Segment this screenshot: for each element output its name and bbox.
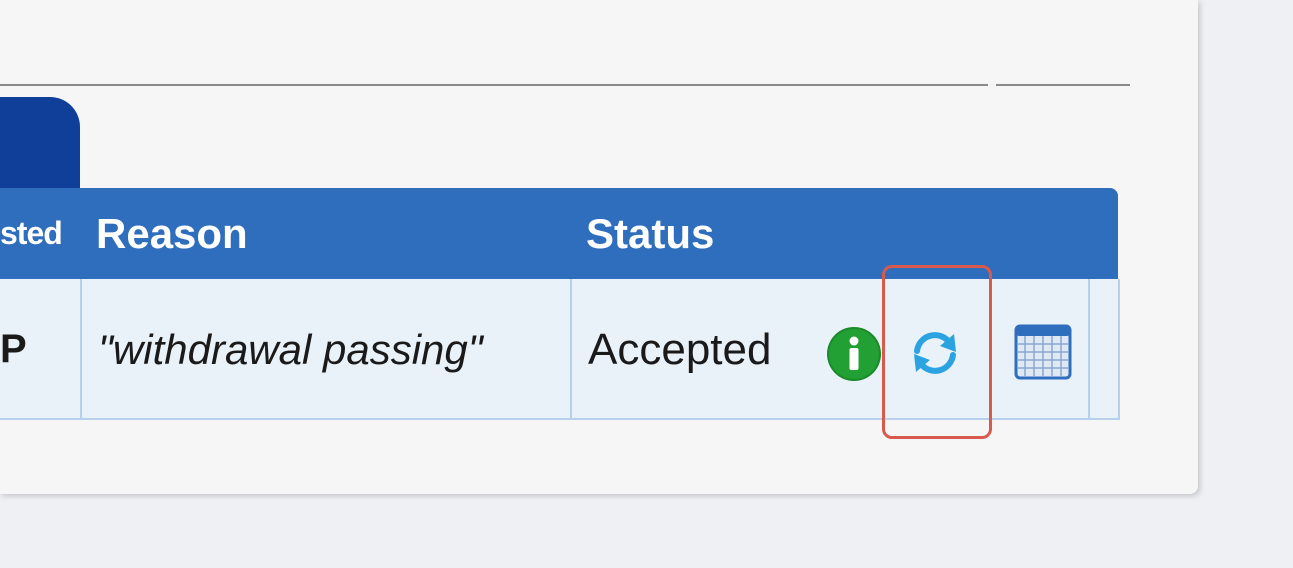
info-icon[interactable] (826, 326, 882, 382)
highlight-box (882, 265, 992, 439)
content-panel: sted Reason Status P "withdrawal passing… (0, 0, 1198, 494)
cell-reason: "withdrawal passing" (98, 325, 483, 373)
divider-line (0, 84, 988, 86)
divider-line-short (996, 84, 1130, 86)
active-tab[interactable] (0, 97, 80, 197)
cell-divider (570, 279, 572, 420)
cell-status: Accepted (588, 324, 772, 374)
cell-divider (1088, 279, 1090, 420)
column-header-requested[interactable]: sted (0, 188, 63, 279)
column-header-reason[interactable]: Reason (96, 188, 248, 279)
column-header-status[interactable]: Status (586, 188, 714, 279)
cell-divider (80, 279, 82, 420)
calendar-icon[interactable] (1012, 320, 1074, 382)
cell-requested: P (0, 327, 27, 371)
